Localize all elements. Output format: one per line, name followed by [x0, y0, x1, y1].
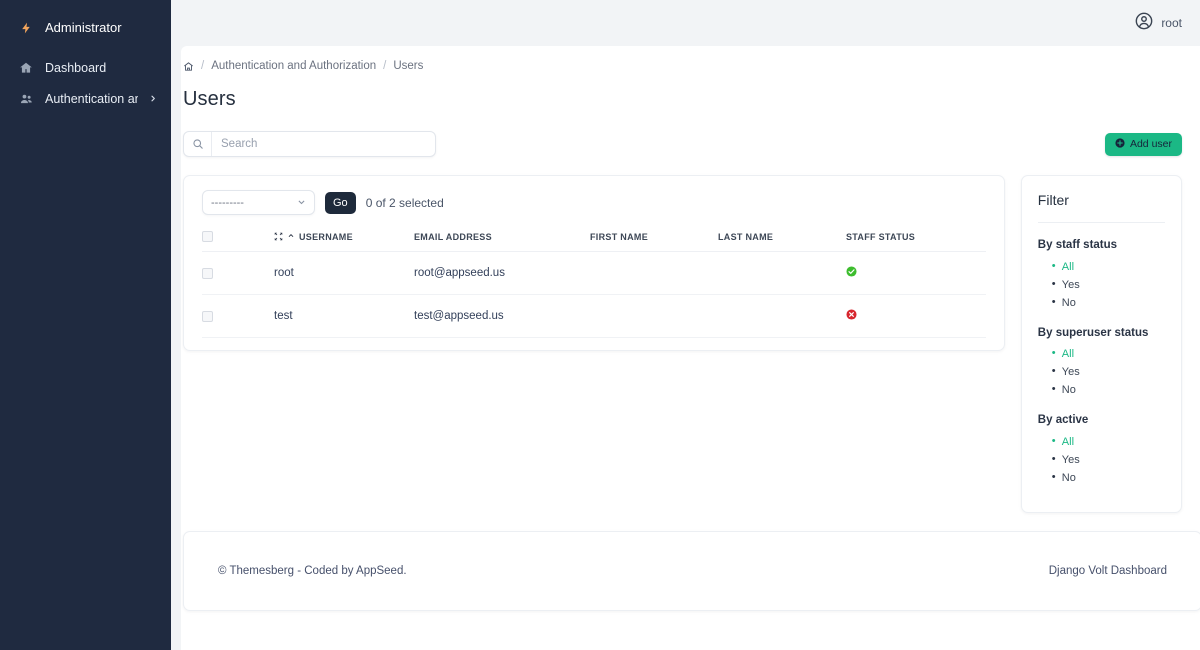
- filter-title: Filter: [1038, 192, 1165, 208]
- breadcrumb-separator: /: [383, 60, 386, 72]
- filter-options: All Yes No: [1038, 436, 1165, 484]
- user-circle-icon: [1134, 11, 1154, 36]
- filter-option-no[interactable]: No: [1052, 472, 1165, 484]
- filter-group-staff-status: By staff status All Yes No: [1038, 237, 1165, 309]
- footer: © Themesberg - Coded by AppSeed. Django …: [183, 531, 1200, 611]
- row-checkbox[interactable]: [202, 311, 213, 322]
- filter-group-active: By active All Yes No: [1038, 412, 1165, 484]
- filter-option-yes[interactable]: Yes: [1052, 279, 1165, 291]
- cell-staff-status: [846, 252, 986, 295]
- user-name: root: [1161, 16, 1182, 30]
- check-circle-icon: [846, 266, 857, 277]
- row-select-cell: [202, 295, 274, 338]
- cell-last-name: [718, 252, 846, 295]
- breadcrumb-item-users[interactable]: Users: [393, 60, 423, 72]
- bulk-action-select[interactable]: ---------: [202, 190, 315, 215]
- filter-group-heading: By staff status: [1038, 237, 1165, 254]
- filter-option-yes[interactable]: Yes: [1052, 366, 1165, 378]
- footer-product-name: Django Volt Dashboard: [1049, 565, 1167, 577]
- select-all-checkbox[interactable]: [202, 231, 213, 242]
- th-username[interactable]: USERNAME: [274, 221, 414, 252]
- users-icon: [18, 92, 34, 106]
- sidebar-item-label: Authentication and..: [45, 92, 138, 106]
- footer-copyright: © Themesberg - Coded by AppSeed.: [218, 565, 407, 577]
- cell-last-name: [718, 295, 846, 338]
- breadcrumb: / Authentication and Authorization / Use…: [183, 60, 1182, 72]
- filter-option-all[interactable]: All: [1052, 261, 1165, 273]
- add-user-button[interactable]: Add user: [1105, 133, 1182, 156]
- page-panel: / Authentication and Authorization / Use…: [181, 46, 1200, 650]
- user-menu[interactable]: root: [1134, 11, 1182, 36]
- search-box[interactable]: [183, 131, 436, 157]
- search-input[interactable]: [212, 132, 435, 156]
- plus-circle-icon: [1115, 138, 1125, 151]
- filter-option-all[interactable]: All: [1052, 436, 1165, 448]
- action-row: Add user: [183, 131, 1182, 157]
- row-checkbox[interactable]: [202, 268, 213, 279]
- cell-email: root@appseed.us: [414, 252, 590, 295]
- th-email[interactable]: EMAIL ADDRESS: [414, 221, 590, 252]
- th-username-label: USERNAME: [299, 232, 353, 242]
- cell-first-name: [590, 252, 718, 295]
- table-header-row: USERNAME EMAIL ADDRESS FIRST NAME LAST N…: [202, 221, 986, 252]
- filter-panel: Filter By staff status All Yes No By sup: [1021, 175, 1182, 513]
- sidebar-item-label: Dashboard: [45, 61, 106, 75]
- users-table-card: --------- Go 0 of 2 selected: [183, 175, 1005, 351]
- main-grid: --------- Go 0 of 2 selected: [183, 175, 1182, 513]
- cell-staff-status: [846, 295, 986, 338]
- filter-option-all[interactable]: All: [1052, 348, 1165, 360]
- bulk-action-row: --------- Go 0 of 2 selected: [202, 190, 986, 215]
- sidebar-brand-label: Administrator: [45, 20, 122, 35]
- page-title: Users: [183, 88, 1182, 111]
- caret-up-icon[interactable]: [287, 232, 295, 241]
- topbar: root: [171, 0, 1200, 46]
- sidebar-brand[interactable]: Administrator: [0, 12, 171, 43]
- add-user-label: Add user: [1130, 138, 1172, 150]
- bulk-action-select-wrap: ---------: [202, 190, 315, 215]
- cell-email: test@appseed.us: [414, 295, 590, 338]
- table-body: root root@appseed.us: [202, 252, 986, 338]
- users-table: USERNAME EMAIL ADDRESS FIRST NAME LAST N…: [202, 221, 986, 338]
- filter-option-yes[interactable]: Yes: [1052, 454, 1165, 466]
- table-row: test test@appseed.us: [202, 295, 986, 338]
- content-area: root / Authentication and Authorization …: [171, 0, 1200, 650]
- cell-username[interactable]: test: [274, 295, 414, 338]
- breadcrumb-home-icon[interactable]: [183, 61, 194, 72]
- filter-group-superuser-status: By superuser status All Yes No: [1038, 325, 1165, 397]
- row-select-cell: [202, 252, 274, 295]
- go-button[interactable]: Go: [325, 192, 356, 214]
- th-staff-status[interactable]: STAFF STATUS: [846, 221, 986, 252]
- home-icon: [18, 61, 34, 75]
- filter-option-no[interactable]: No: [1052, 297, 1165, 309]
- table-row: root root@appseed.us: [202, 252, 986, 295]
- th-first-name[interactable]: FIRST NAME: [590, 221, 718, 252]
- x-circle-icon: [846, 309, 857, 320]
- app-root: Administrator Dashboard Authentication a…: [0, 0, 1200, 650]
- th-select-all: [202, 221, 274, 252]
- move-icon[interactable]: [274, 232, 283, 241]
- sidebar: Administrator Dashboard Authentication a…: [0, 0, 171, 650]
- table-head: USERNAME EMAIL ADDRESS FIRST NAME LAST N…: [202, 221, 986, 252]
- breadcrumb-item-auth[interactable]: Authentication and Authorization: [211, 60, 376, 72]
- sidebar-item-authentication[interactable]: Authentication and..: [0, 83, 171, 114]
- chevron-right-icon: [149, 93, 157, 104]
- sidebar-item-dashboard[interactable]: Dashboard: [0, 52, 171, 83]
- filter-group-heading: By active: [1038, 412, 1165, 429]
- selection-count: 0 of 2 selected: [366, 196, 444, 210]
- bolt-icon: [18, 21, 34, 35]
- cell-username[interactable]: root: [274, 252, 414, 295]
- filter-group-heading: By superuser status: [1038, 325, 1165, 342]
- breadcrumb-separator: /: [201, 60, 204, 72]
- th-last-name[interactable]: LAST NAME: [718, 221, 846, 252]
- search-icon: [184, 132, 212, 156]
- filter-option-no[interactable]: No: [1052, 384, 1165, 396]
- filter-divider: [1038, 222, 1165, 223]
- cell-first-name: [590, 295, 718, 338]
- filter-options: All Yes No: [1038, 348, 1165, 396]
- filter-options: All Yes No: [1038, 261, 1165, 309]
